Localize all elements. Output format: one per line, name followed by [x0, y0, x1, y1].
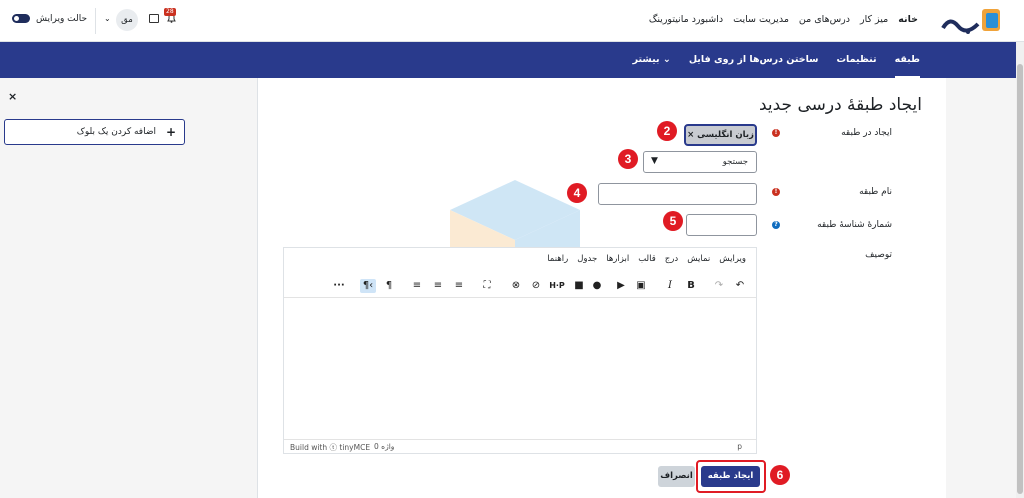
- tab-upload-courses[interactable]: ساختن درس‌ها از روی فایل: [689, 42, 819, 78]
- editor-statusbar: Build with ⓣ tinyMCE 0 واژه p: [284, 439, 756, 453]
- notification-count-badge: 28: [164, 8, 176, 16]
- divider: [95, 8, 96, 34]
- menu-insert[interactable]: درج: [665, 254, 678, 264]
- category-name-label: نام طبقه: [859, 187, 892, 197]
- ltr-icon[interactable]: ¶: [382, 279, 396, 293]
- tinymce-brand[interactable]: Build with ⓣ tinyMCE: [290, 442, 370, 453]
- chevron-down-icon[interactable]: ⌄: [104, 14, 111, 23]
- scrollbar-thumb[interactable]: [1017, 64, 1023, 494]
- page-title: ایجاد طبقهٔ درسی جدید: [758, 95, 922, 115]
- link-icon[interactable]: ⊘: [529, 279, 543, 293]
- media-icon[interactable]: ▶: [614, 279, 628, 293]
- nav-dashboard[interactable]: میز کار: [860, 14, 888, 25]
- italic-icon[interactable]: I: [663, 279, 677, 293]
- category-id-input[interactable]: [686, 214, 757, 236]
- description-label: توصیف: [865, 250, 892, 260]
- image-icon[interactable]: ▣: [634, 279, 648, 293]
- selected-parent-chip[interactable]: × زبان انگلیسی: [684, 124, 757, 146]
- search-placeholder: جستجو: [722, 157, 748, 167]
- add-block-label: اضافه کردن یک بلوک: [76, 127, 156, 137]
- step-marker-4: 4: [567, 183, 587, 203]
- plus-icon: +: [165, 125, 176, 139]
- top-bar: خانه میز کار درس‌های من مدیریت سایت داشب…: [0, 0, 1024, 42]
- editor-toolbar: ↶ ↷ B I ▣ ▶ ● ■ H·P ⊘ ⊗ ⛶ ≡ ≡ ≡ ¶ ¶‹ ···: [284, 274, 756, 298]
- element-path[interactable]: p: [737, 442, 742, 451]
- category-id-label: شمارهٔ شناسهٔ طبقه: [817, 220, 892, 230]
- unlink-icon[interactable]: ⊗: [509, 279, 523, 293]
- nav-my-courses[interactable]: درس‌های من: [799, 14, 850, 25]
- more-icon[interactable]: ···: [332, 279, 346, 293]
- top-nav: خانه میز کار درس‌های من مدیریت سایت داشب…: [649, 14, 918, 25]
- edit-mode-label: حالت ویرایش: [36, 14, 88, 24]
- menu-view[interactable]: نمایش: [687, 254, 710, 264]
- nav-home[interactable]: خانه: [898, 14, 918, 25]
- step-marker-2: 2: [657, 121, 677, 141]
- avatar[interactable]: مق: [116, 9, 138, 31]
- user-area: حالت ویرایش ⌄ مق 28: [0, 0, 210, 42]
- tab-settings[interactable]: تنظیمات: [837, 42, 877, 78]
- parent-search-select[interactable]: ▼ جستجو: [643, 151, 757, 173]
- edit-mode-toggle[interactable]: [12, 14, 30, 23]
- nav-monitoring-dashboard[interactable]: داشبورد مانیتورینگ: [649, 14, 723, 25]
- menu-tools[interactable]: ابزارها: [606, 254, 629, 264]
- word-count: 0 واژه: [374, 442, 395, 451]
- create-category-button[interactable]: ایجاد طبقه: [701, 466, 760, 487]
- right-gutter: [946, 78, 1016, 498]
- block-drawer: × اضافه کردن یک بلوک +: [0, 78, 258, 498]
- description-editor[interactable]: ویرایش نمایش درج قالب ابزارها جدول راهنم…: [283, 247, 757, 454]
- rtl-icon[interactable]: ¶‹: [360, 279, 376, 293]
- cancel-button[interactable]: انصراف: [658, 466, 695, 487]
- bold-icon[interactable]: B: [684, 279, 698, 293]
- add-block-button[interactable]: اضافه کردن یک بلوک +: [4, 119, 185, 145]
- help-icon[interactable]: ?: [772, 221, 780, 229]
- category-name-input[interactable]: [598, 183, 757, 205]
- step-marker-6: 6: [770, 465, 790, 485]
- parent-category-label: ایجاد در طبقه: [841, 128, 892, 138]
- align-right-icon[interactable]: ≡: [410, 279, 424, 293]
- required-icon: !: [772, 129, 780, 137]
- editor-menubar: ویرایش نمایش درج قالب ابزارها جدول راهنم…: [547, 254, 746, 264]
- menu-edit[interactable]: ویرایش: [719, 254, 746, 264]
- required-icon: !: [772, 188, 780, 196]
- site-logo[interactable]: [938, 6, 1002, 36]
- align-center-icon[interactable]: ≡: [431, 279, 445, 293]
- h5p-icon[interactable]: H·P: [548, 279, 566, 293]
- secondary-nav: طبقه تنظیمات ساختن درس‌ها از روی فایل بی…: [0, 42, 1024, 78]
- chevron-down-icon: ▼: [651, 156, 658, 166]
- step-marker-3: 3: [618, 149, 638, 169]
- message-icon[interactable]: [149, 14, 159, 23]
- tab-category[interactable]: طبقه: [894, 42, 920, 78]
- undo-icon[interactable]: ↶: [733, 279, 747, 293]
- redo-icon[interactable]: ↷: [712, 279, 726, 293]
- nav-site-admin[interactable]: مدیریت سایت: [733, 14, 789, 25]
- step-marker-5: 5: [663, 211, 683, 231]
- record-audio-icon[interactable]: ●: [590, 279, 604, 293]
- record-video-icon[interactable]: ■: [572, 279, 586, 293]
- align-left-icon[interactable]: ≡: [452, 279, 466, 293]
- tab-more[interactable]: بیشتر ⌄: [633, 42, 671, 78]
- fullscreen-icon[interactable]: ⛶: [480, 279, 494, 293]
- menu-format[interactable]: قالب: [638, 254, 656, 264]
- menu-help[interactable]: راهنما: [547, 254, 568, 264]
- menu-table[interactable]: جدول: [577, 254, 597, 264]
- close-icon[interactable]: ×: [8, 90, 17, 103]
